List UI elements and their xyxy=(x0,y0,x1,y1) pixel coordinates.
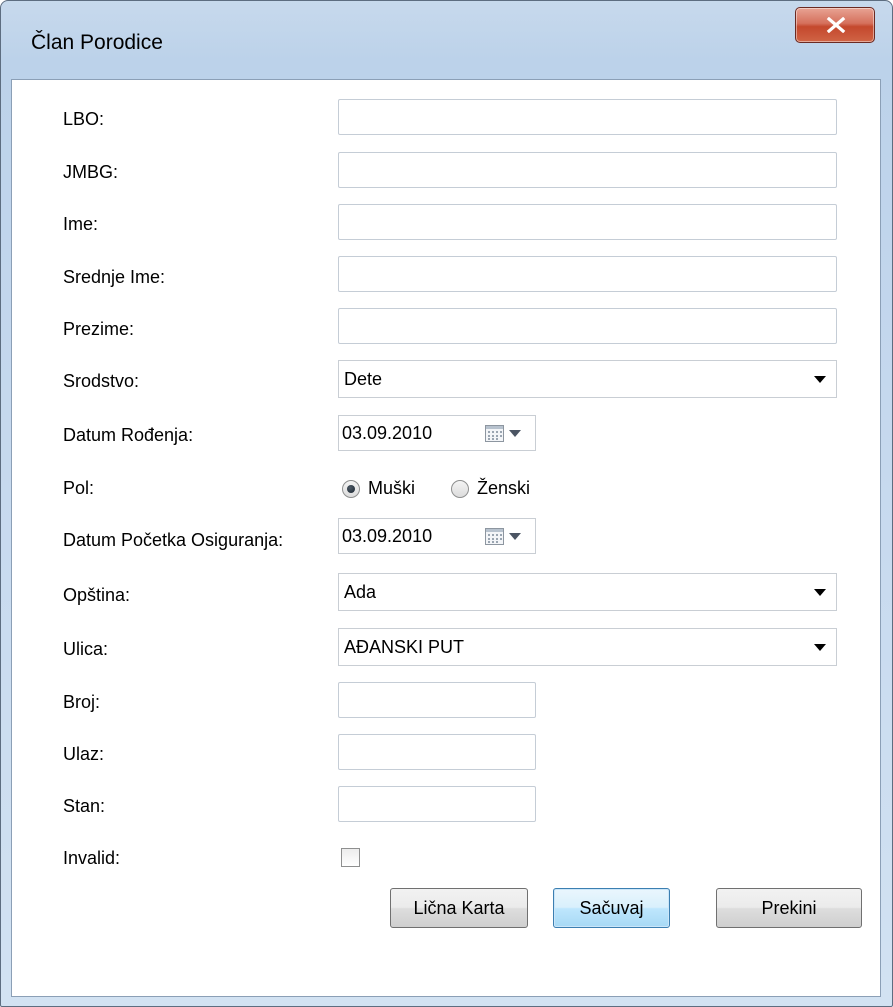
ulaz-input[interactable] xyxy=(338,734,536,770)
srednje-ime-input[interactable] xyxy=(338,256,837,292)
datum-rodjenja-label: Datum Rođenja: xyxy=(63,425,194,445)
broj-input[interactable] xyxy=(338,682,536,718)
dialog-window: Član Porodice LBO: JMBG: Ime: Srednje Im… xyxy=(0,0,893,1007)
srednje-ime-label: Srednje Ime: xyxy=(63,267,166,287)
opstina-label: Opština: xyxy=(63,585,131,605)
invalid-label: Invalid: xyxy=(63,848,121,868)
prezime-label: Prezime: xyxy=(63,319,135,339)
jmbg-label: JMBG: xyxy=(63,162,119,182)
datum-rodjenja-value: 03.09.2010 xyxy=(342,423,433,443)
srodstvo-label: Srodstvo: xyxy=(63,371,140,391)
title-bar[interactable]: Član Porodice xyxy=(1,1,892,79)
datum-pocetka-label: Datum Početka Osiguranja: xyxy=(63,530,284,550)
pol-muski-radio[interactable] xyxy=(342,480,360,498)
chevron-down-icon[interactable] xyxy=(509,430,521,437)
chevron-down-icon[interactable] xyxy=(509,533,521,540)
datum-pocetka-picker[interactable]: 03.09.2010 xyxy=(338,518,536,554)
chevron-down-icon xyxy=(814,376,826,383)
chevron-down-icon xyxy=(814,644,826,651)
licna-karta-button[interactable]: Lična Karta xyxy=(390,888,528,928)
broj-label: Broj: xyxy=(63,692,101,712)
ulaz-label: Ulaz: xyxy=(63,744,105,764)
lbo-label: LBO: xyxy=(63,109,105,129)
calendar-icon xyxy=(485,528,504,545)
datum-pocetka-value: 03.09.2010 xyxy=(342,526,433,546)
opstina-value: Ada xyxy=(344,582,377,602)
lbo-input[interactable] xyxy=(338,99,837,135)
pol-muski-label[interactable]: Muški xyxy=(368,478,415,499)
stan-input[interactable] xyxy=(338,786,536,822)
invalid-checkbox[interactable] xyxy=(341,848,360,867)
close-icon xyxy=(826,17,846,33)
datum-rodjenja-picker[interactable]: 03.09.2010 xyxy=(338,415,536,451)
pol-zenski-label[interactable]: Ženski xyxy=(477,478,530,499)
ulica-label: Ulica: xyxy=(63,639,109,659)
window-title: Član Porodice xyxy=(31,31,163,54)
ime-label: Ime: xyxy=(63,214,99,234)
ime-input[interactable] xyxy=(338,204,837,240)
chevron-down-icon xyxy=(814,589,826,596)
prezime-input[interactable] xyxy=(338,308,837,344)
form-panel: LBO: JMBG: Ime: Srednje Ime: Prezime: Sr… xyxy=(11,79,881,997)
calendar-icon xyxy=(485,425,504,442)
opstina-select[interactable]: Ada xyxy=(338,573,837,611)
stan-label: Stan: xyxy=(63,796,106,816)
srodstvo-value: Dete xyxy=(344,369,383,389)
pol-label: Pol: xyxy=(63,478,95,498)
srodstvo-select[interactable]: Dete xyxy=(338,360,837,398)
prekini-button[interactable]: Prekini xyxy=(716,888,862,928)
ulica-select[interactable]: AĐANSKI PUT xyxy=(338,628,837,666)
sacuvaj-button[interactable]: Sačuvaj xyxy=(553,888,670,928)
ulica-value: AĐANSKI PUT xyxy=(344,637,465,657)
close-button[interactable] xyxy=(795,7,875,43)
jmbg-input[interactable] xyxy=(338,152,837,188)
pol-zenski-radio[interactable] xyxy=(451,480,469,498)
